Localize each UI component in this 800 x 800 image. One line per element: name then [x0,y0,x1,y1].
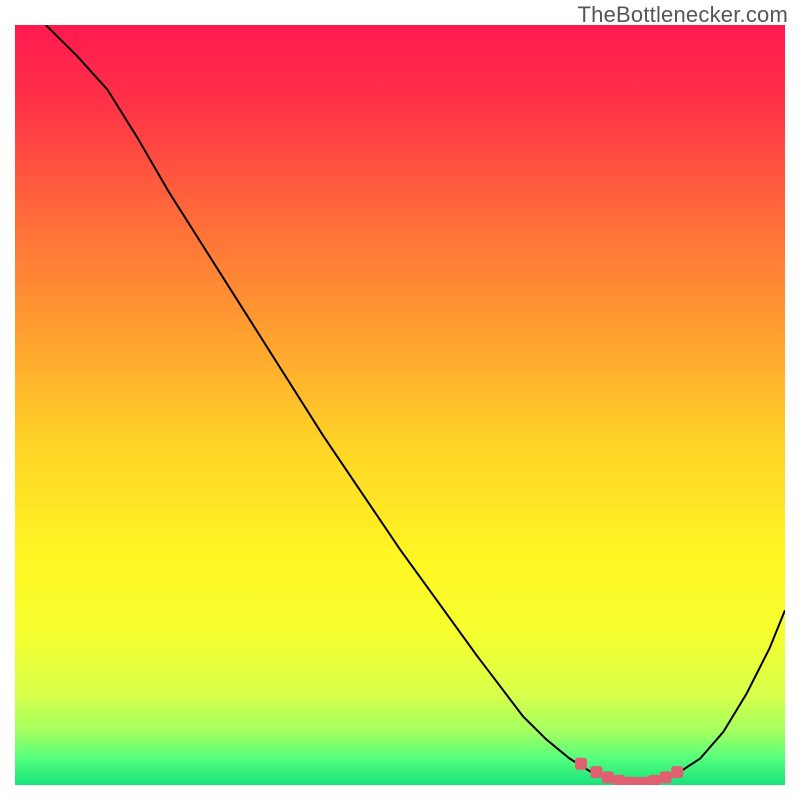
marker-point [613,775,625,785]
marker-point [602,771,614,783]
gradient-background [15,25,785,785]
marker-point [648,775,660,785]
marker-point [671,766,683,778]
chart-svg [15,25,785,785]
marker-point [660,771,672,783]
marker-point [590,766,602,778]
chart-container: TheBottlenecker.com [0,0,800,800]
marker-point [575,758,587,770]
watermark: TheBottlenecker.com [578,2,788,28]
bottleneck-plot [15,25,785,785]
